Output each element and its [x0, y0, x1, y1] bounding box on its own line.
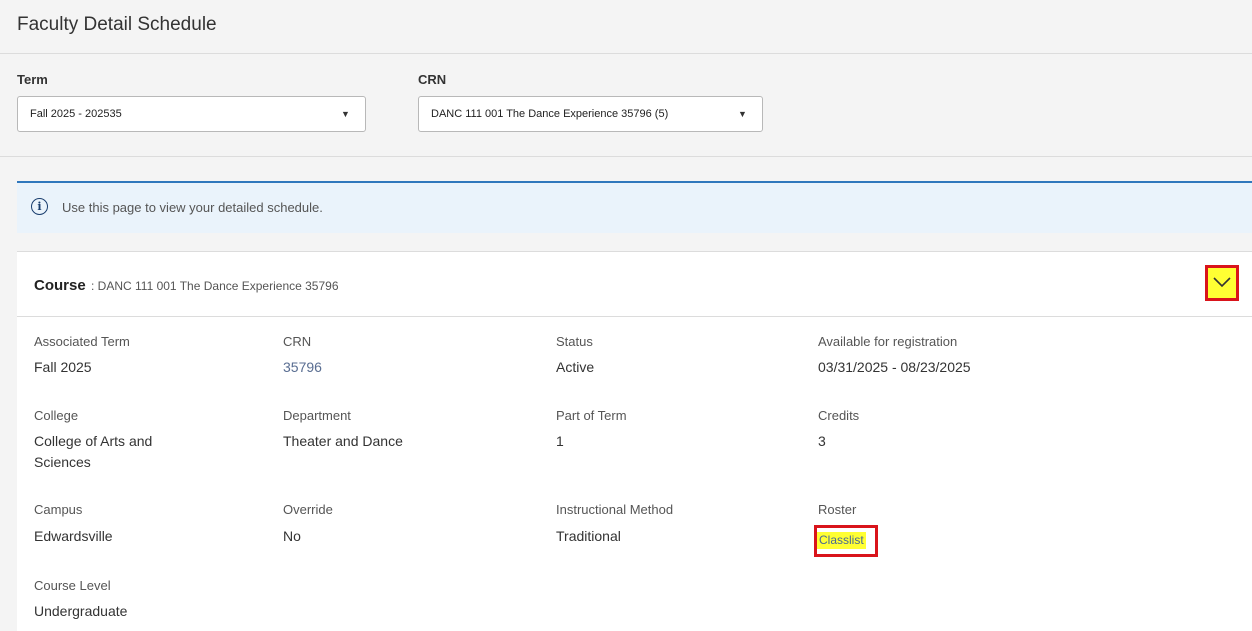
course-level-label: Course Level	[34, 578, 111, 593]
info-icon: i	[31, 198, 48, 215]
college-value-line2: Sciences	[34, 454, 91, 470]
crn-label: CRN	[418, 72, 447, 87]
classlist-link-text: Classlist	[817, 532, 866, 549]
chevron-down-icon	[1213, 277, 1231, 288]
faculty-detail-schedule-page: Faculty Detail Schedule Term Fall 2025 -…	[0, 0, 1252, 631]
status-value: Active	[556, 359, 595, 375]
course-level-value: Undergraduate	[34, 603, 128, 619]
credits-value: 3	[818, 433, 826, 449]
collapse-toggle-button[interactable]	[1205, 265, 1239, 301]
term-select[interactable]: Fall 2025 - 202535 ▼	[17, 96, 366, 132]
college-label: College	[34, 408, 79, 423]
term-select-value: Fall 2025 - 202535	[30, 108, 122, 120]
override-label: Override	[283, 502, 333, 517]
crn-select-value: DANC 111 001 The Dance Experience 35796 …	[431, 108, 669, 120]
instructional-method-label: Instructional Method	[556, 502, 674, 517]
college-value: College of Arts and Sciences	[34, 431, 152, 473]
crn-detail-label: CRN	[283, 334, 312, 349]
crn-select[interactable]: DANC 111 001 The Dance Experience 35796 …	[418, 96, 763, 132]
course-name: : DANC 111 001 The Dance Experience 3579…	[91, 279, 339, 293]
associated-term-value: Fall 2025	[34, 359, 92, 375]
associated-term-label: Associated Term	[34, 334, 130, 349]
dropdown-arrow-icon: ▼	[738, 109, 747, 119]
available-registration-label: Available for registration	[818, 334, 958, 349]
dropdown-arrow-icon: ▼	[341, 109, 350, 119]
course-label: Course	[34, 277, 86, 294]
info-banner: i Use this page to view your detailed sc…	[17, 181, 1252, 233]
crn-detail-value: 35796	[283, 359, 322, 375]
instructional-method-value: Traditional	[556, 528, 621, 544]
department-value: Theater and Dance	[283, 433, 403, 449]
page-title: Faculty Detail Schedule	[17, 14, 217, 35]
roster-label: Roster	[818, 502, 857, 517]
campus-value: Edwardsville	[34, 528, 113, 544]
college-value-line1: College of Arts and	[34, 433, 153, 449]
classlist-link[interactable]: Classlist	[814, 525, 878, 557]
department-label: Department	[283, 408, 351, 423]
campus-label: Campus	[34, 502, 83, 517]
course-panel: Course : DANC 111 001 The Dance Experien…	[17, 251, 1252, 631]
status-label: Status	[556, 334, 593, 349]
info-message: Use this page to view your detailed sche…	[62, 200, 323, 215]
part-of-term-label: Part of Term	[556, 408, 627, 423]
filter-bar: Term Fall 2025 - 202535 ▼ CRN DANC 111 0…	[0, 55, 1252, 157]
term-label: Term	[17, 72, 48, 87]
part-of-term-value: 1	[556, 433, 564, 449]
credits-label: Credits	[818, 408, 860, 423]
override-value: No	[283, 528, 301, 544]
course-header: Course : DANC 111 001 The Dance Experien…	[17, 252, 1252, 317]
page-header: Faculty Detail Schedule	[0, 0, 1252, 54]
available-registration-value: 03/31/2025 - 08/23/2025	[818, 359, 971, 375]
